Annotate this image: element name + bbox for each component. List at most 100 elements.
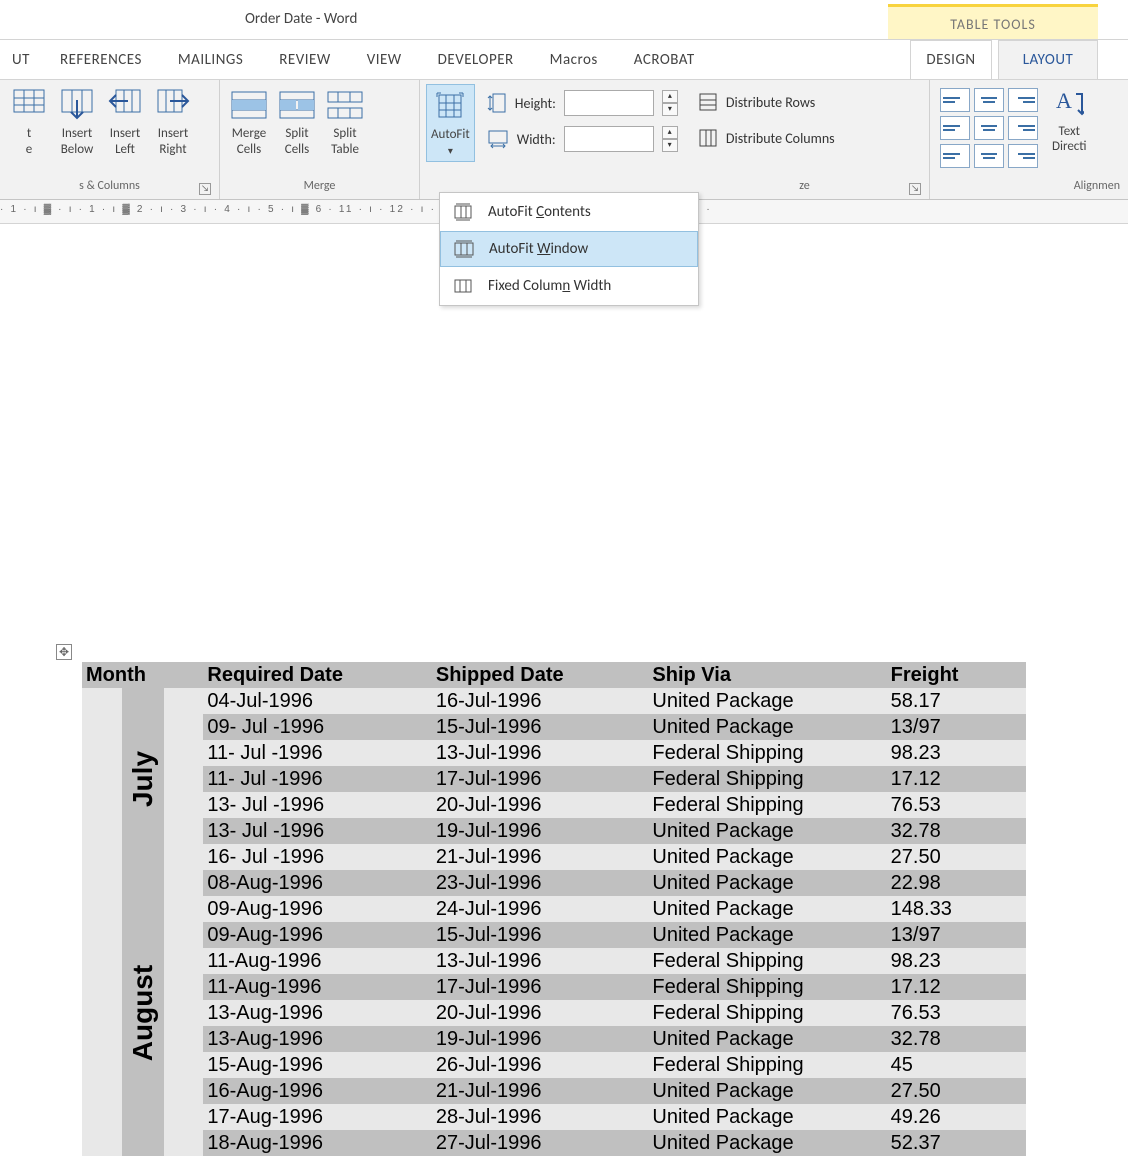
cell-via[interactable]: United Package — [648, 922, 886, 948]
insert-below-button[interactable]: Insert Below — [54, 84, 100, 160]
cell-ship[interactable]: 15-Jul-1996 — [432, 922, 649, 948]
dialog-launcher-icon[interactable]: ↘ — [199, 183, 211, 195]
cell-fr[interactable]: 27.50 — [887, 1078, 1026, 1104]
cell-ship[interactable]: 19-Jul-1996 — [432, 818, 649, 844]
table-row[interactable]: 11-Aug-199613-Jul-1996Federal Shipping98… — [82, 948, 1026, 974]
table-row[interactable]: August08-Aug-199623-Jul-1996United Packa… — [82, 870, 1026, 896]
cell-via[interactable]: United Package — [648, 1130, 886, 1156]
split-table-button[interactable]: Split Table — [322, 84, 368, 160]
cell-req[interactable]: 16- Jul -1996 — [203, 844, 431, 870]
tab-design[interactable]: DESIGN — [910, 40, 992, 79]
data-table[interactable]: Month Required Date Shipped Date Ship Vi… — [82, 662, 1026, 1156]
cell-via[interactable]: United Package — [648, 896, 886, 922]
cell-via[interactable]: Federal Shipping — [648, 1052, 886, 1078]
cell-fr[interactable]: 13/97 — [887, 922, 1026, 948]
cell-via[interactable]: United Package — [648, 1104, 886, 1130]
tab-macros[interactable]: Macros — [532, 41, 616, 79]
align-mid-center-icon[interactable] — [974, 116, 1004, 140]
cell-req[interactable]: 08-Aug-1996 — [203, 870, 431, 896]
tab-acrobat[interactable]: ACROBAT — [616, 41, 713, 79]
split-cells-button[interactable]: Split Cells — [274, 84, 320, 160]
cell-via[interactable]: Federal Shipping — [648, 740, 886, 766]
menu-fixed-column-width[interactable]: Fixed Column Width — [440, 267, 698, 305]
cell-fr[interactable]: 17.12 — [887, 974, 1026, 1000]
insert-right-button[interactable]: Insert Right — [150, 84, 196, 160]
table-row[interactable]: 13- Jul -199620-Jul-1996Federal Shipping… — [82, 792, 1026, 818]
table-row[interactable]: July04-Jul-199616-Jul-1996United Package… — [82, 688, 1026, 714]
cell-ship[interactable]: 19-Jul-1996 — [432, 1026, 649, 1052]
cell-fr[interactable]: 32.78 — [887, 1026, 1026, 1052]
cell-ship[interactable]: 27-Jul-1996 — [432, 1130, 649, 1156]
cell-fr[interactable]: 58.17 — [887, 688, 1026, 714]
cell-fr[interactable]: 13/97 — [887, 714, 1026, 740]
align-top-right-icon[interactable] — [1008, 88, 1038, 112]
text-direction-button[interactable]: A Text Directi — [1050, 84, 1089, 158]
tab-view[interactable]: VIEW — [349, 41, 420, 79]
tab-mailings[interactable]: MAILINGS — [160, 41, 261, 79]
menu-autofit-contents[interactable]: AutoFit Contents — [440, 193, 698, 231]
table-row[interactable]: 11-Aug-199617-Jul-1996Federal Shipping17… — [82, 974, 1026, 1000]
cell-ship[interactable]: 17-Jul-1996 — [432, 766, 649, 792]
cell-fr[interactable]: 27.50 — [887, 844, 1026, 870]
tab-fragment-ut[interactable]: UT — [0, 41, 42, 79]
table-row[interactable]: 09- Jul -199615-Jul-1996United Package13… — [82, 714, 1026, 740]
table-row[interactable]: 18-Aug-199627-Jul-1996United Package52.3… — [82, 1130, 1026, 1156]
table-row[interactable]: 11- Jul -199617-Jul-1996Federal Shipping… — [82, 766, 1026, 792]
cell-fr[interactable]: 49.26 — [887, 1104, 1026, 1130]
cell-via[interactable]: Federal Shipping — [648, 766, 886, 792]
cell-via[interactable]: Federal Shipping — [648, 1000, 886, 1026]
alignment-grid[interactable] — [936, 84, 1042, 172]
align-mid-left-icon[interactable] — [940, 116, 970, 140]
cell-via[interactable]: Federal Shipping — [648, 948, 886, 974]
cell-ship[interactable]: 21-Jul-1996 — [432, 1078, 649, 1104]
merge-cells-button[interactable]: Merge Cells — [226, 84, 272, 160]
cell-req[interactable]: 13-Aug-1996 — [203, 1000, 431, 1026]
table-row[interactable]: 13-Aug-199619-Jul-1996United Package32.7… — [82, 1026, 1026, 1052]
cell-req[interactable]: 09-Aug-1996 — [203, 896, 431, 922]
cell-ship[interactable]: 15-Jul-1996 — [432, 714, 649, 740]
cell-req[interactable]: 04-Jul-1996 — [203, 688, 431, 714]
distribute-columns-button[interactable]: Distribute Columns — [698, 128, 835, 148]
cell-req[interactable]: 15-Aug-1996 — [203, 1052, 431, 1078]
tab-review[interactable]: REVIEW — [261, 41, 348, 79]
cell-via[interactable]: United Package — [648, 688, 886, 714]
dialog-launcher-cellsize-icon[interactable]: ↘ — [909, 183, 921, 195]
cell-req[interactable]: 09-Aug-1996 — [203, 922, 431, 948]
tab-layout[interactable]: LAYOUT — [998, 40, 1098, 79]
cell-via[interactable]: United Package — [648, 1026, 886, 1052]
align-top-center-icon[interactable] — [974, 88, 1004, 112]
cell-ship[interactable]: 17-Jul-1996 — [432, 974, 649, 1000]
cell-fr[interactable]: 22.98 — [887, 870, 1026, 896]
cell-fr[interactable]: 76.53 — [887, 792, 1026, 818]
cell-ship[interactable]: 24-Jul-1996 — [432, 896, 649, 922]
align-mid-right-icon[interactable] — [1008, 116, 1038, 140]
table-row[interactable]: 15-Aug-199626-Jul-1996Federal Shipping45 — [82, 1052, 1026, 1078]
table-row[interactable]: 13- Jul -199619-Jul-1996United Package32… — [82, 818, 1026, 844]
cell-req[interactable]: 09- Jul -1996 — [203, 714, 431, 740]
cell-via[interactable]: Federal Shipping — [648, 974, 886, 1000]
width-input[interactable] — [564, 126, 654, 152]
cell-req[interactable]: 11-Aug-1996 — [203, 948, 431, 974]
cell-req[interactable]: 11- Jul -1996 — [203, 740, 431, 766]
distribute-rows-button[interactable]: Distribute Rows — [698, 92, 835, 112]
cell-ship[interactable]: 20-Jul-1996 — [432, 1000, 649, 1026]
tab-references[interactable]: REFERENCES — [42, 41, 160, 79]
cell-req[interactable]: 11- Jul -1996 — [203, 766, 431, 792]
table-move-handle-icon[interactable]: ✥ — [56, 644, 72, 660]
autofit-button[interactable]: AutoFit▾ — [426, 84, 475, 162]
cell-fr[interactable]: 98.23 — [887, 948, 1026, 974]
insert-left-button[interactable]: Insert Left — [102, 84, 148, 160]
height-spinner[interactable]: ▴▾ — [662, 90, 678, 116]
tab-developer[interactable]: DEVELOPER — [420, 41, 532, 79]
cell-via[interactable]: United Package — [648, 714, 886, 740]
height-input[interactable] — [564, 90, 654, 116]
cell-via[interactable]: United Package — [648, 844, 886, 870]
cell-fr[interactable]: 98.23 — [887, 740, 1026, 766]
table-row[interactable]: 09-Aug-199615-Jul-1996United Package13/9… — [82, 922, 1026, 948]
menu-autofit-window[interactable]: AutoFit Window — [440, 231, 698, 267]
align-top-left-icon[interactable] — [940, 88, 970, 112]
cell-via[interactable]: Federal Shipping — [648, 792, 886, 818]
cell-fr[interactable]: 45 — [887, 1052, 1026, 1078]
insert-fragment-button[interactable]: te — [6, 84, 52, 160]
table-row[interactable]: 13-Aug-199620-Jul-1996Federal Shipping76… — [82, 1000, 1026, 1026]
